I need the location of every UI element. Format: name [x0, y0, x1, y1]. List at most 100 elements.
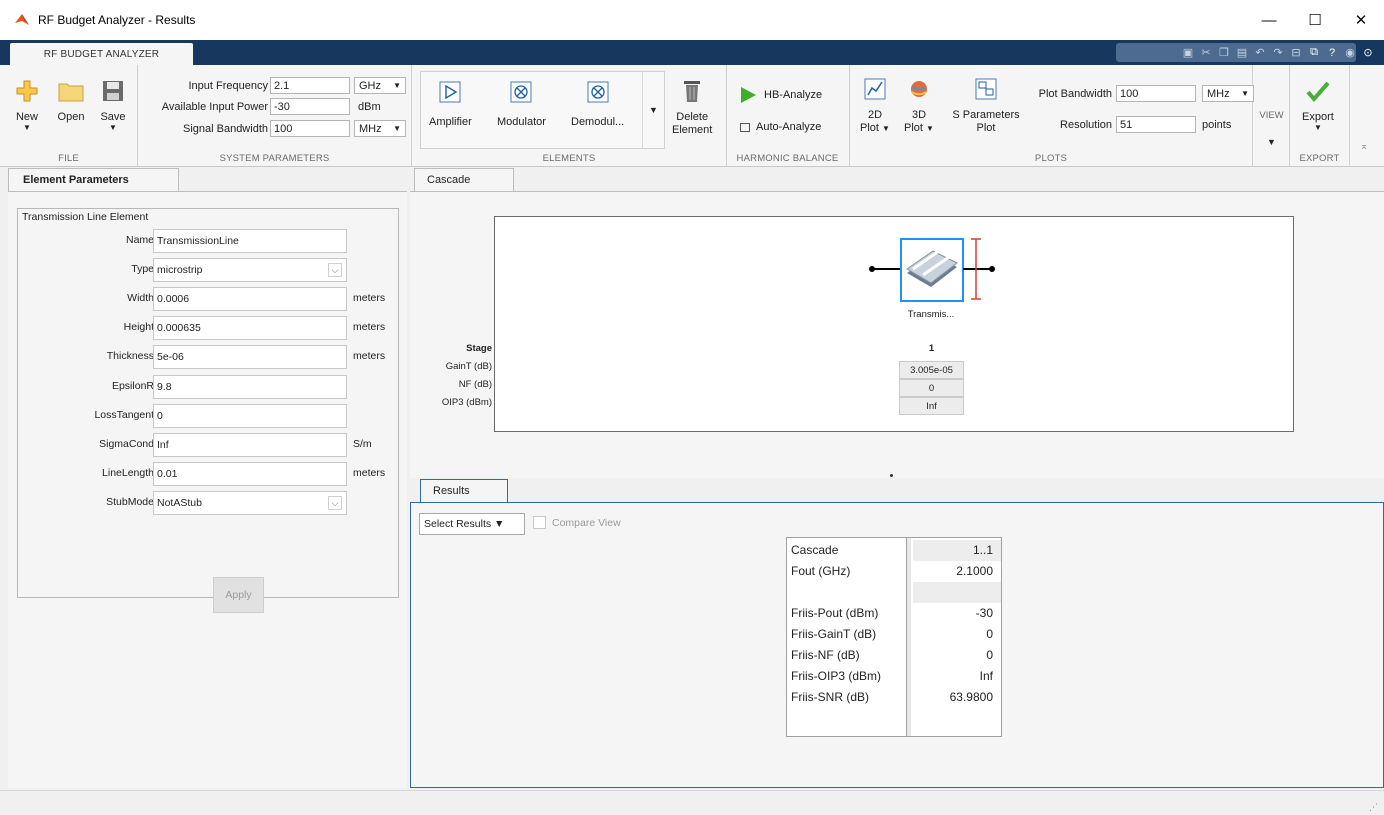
new-button[interactable]: New ▼: [12, 77, 42, 132]
param-label: StubMode: [106, 496, 154, 508]
tab-rf-budget-analyzer[interactable]: RF BUDGET ANALYZER: [10, 43, 193, 65]
result-value: 0: [986, 627, 993, 641]
input-frequency-unit-dropdown[interactable]: GHz ▼: [354, 77, 406, 94]
select-results-button[interactable]: Select Results ▼: [419, 513, 525, 535]
param-field-width[interactable]: 0.0006: [153, 287, 347, 311]
amplifier-button[interactable]: Amplifier: [429, 78, 472, 128]
element-parameters-panel: Element Parameters Transmission Line Ele…: [8, 168, 407, 788]
resize-grip-icon[interactable]: ⋰: [1369, 802, 1378, 813]
floppy-disk-icon: [98, 77, 128, 105]
chevron-down-icon[interactable]: ⌵: [328, 263, 342, 277]
plot-2d-button[interactable]: 2D Plot ▼: [860, 75, 890, 135]
param-unit: meters: [353, 350, 386, 362]
ribbon-tab-strip: RF BUDGET ANALYZER ▣ ✂ ❐ ▤ ↶ ↷ ⊟ ⧉ ? ◉ ⊙: [0, 40, 1384, 65]
resolution-field[interactable]: 51: [1116, 116, 1196, 133]
param-field-thickness[interactable]: 5e-06: [153, 345, 347, 369]
result-value: 63.9800: [949, 690, 993, 704]
signal-bandwidth-unit-dropdown[interactable]: MHz ▼: [354, 120, 406, 137]
undo-quick-icon[interactable]: ↶: [1252, 45, 1268, 61]
param-field-name[interactable]: TransmissionLine: [153, 229, 347, 253]
param-label: Height: [123, 321, 154, 333]
param-field-type[interactable]: microstrip ⌵: [153, 258, 347, 282]
cut-quick-icon[interactable]: ✂: [1198, 45, 1214, 61]
modulator-button[interactable]: Modulator: [497, 78, 546, 128]
plot-3d-button[interactable]: 3D Plot ▼: [904, 75, 934, 135]
plot-2d-icon: [860, 75, 890, 103]
param-field-losstangent[interactable]: 0: [153, 404, 347, 428]
param-unit: S/m: [353, 438, 372, 450]
result-key: Cascade: [791, 543, 839, 557]
signal-bandwidth-field[interactable]: 100: [270, 120, 350, 137]
plot-bandwidth-unit-dropdown[interactable]: MHz ▼: [1202, 85, 1254, 102]
plot-bandwidth-field[interactable]: 100: [1116, 85, 1196, 102]
auto-analyze-checkbox[interactable]: Auto-Analyze: [740, 121, 821, 133]
result-value: Inf: [979, 669, 993, 683]
ribbon: New ▼ Open Save ▼ FILE Input Frequency 2…: [0, 65, 1384, 167]
quick-access-toolbar: ▣ ✂ ❐ ▤ ↶ ↷ ⊟ ⧉ ? ◉ ⊙: [1116, 43, 1376, 62]
auto-analyze-icon: [740, 122, 750, 132]
restore-quick-icon[interactable]: ⧉: [1306, 45, 1322, 61]
gallery-expand-button[interactable]: ▼: [642, 72, 664, 148]
amplifier-icon: [436, 78, 464, 106]
param-field-sigmacond[interactable]: Inf: [153, 433, 347, 457]
stage-labels: Stage GainT (dB) NF (dB) OIP3 (dBm): [410, 340, 492, 412]
close-button[interactable]: ✕: [1338, 0, 1384, 40]
maximize-button[interactable]: ☐: [1292, 0, 1338, 40]
result-key: Friis-NF (dB): [791, 648, 860, 662]
save-button[interactable]: Save ▼: [98, 77, 128, 132]
paste-quick-icon[interactable]: ▤: [1234, 45, 1250, 61]
param-field-linelength[interactable]: 0.01: [153, 462, 347, 486]
stage-value-cell: 0: [899, 379, 964, 397]
title-bar: RF Budget Analyzer - Results — ☐ ✕: [0, 0, 1384, 40]
community-icon[interactable]: ◉: [1342, 45, 1358, 61]
trash-icon: [677, 77, 707, 105]
param-row-sigmacond: SigmaCond Inf S/m: [18, 433, 398, 457]
export-button[interactable]: Export ▼: [1302, 77, 1334, 132]
available-input-power-field[interactable]: -30: [270, 98, 350, 115]
apply-button[interactable]: Apply: [213, 577, 264, 613]
param-label: Thickness: [106, 350, 154, 362]
ribbon-options-icon[interactable]: ⊙: [1360, 45, 1376, 61]
param-field-epsilonr[interactable]: 9.8: [153, 375, 347, 399]
switch-windows-quick-icon[interactable]: ⊟: [1288, 45, 1304, 61]
view-dropdown-icon[interactable]: ▼: [1253, 137, 1290, 147]
folder-icon: [56, 77, 86, 105]
param-row-height: Height 0.000635 meters: [18, 316, 398, 340]
splitter-handle[interactable]: [890, 474, 893, 477]
tab-element-parameters[interactable]: Element Parameters: [8, 168, 179, 191]
minimize-button[interactable]: —: [1246, 0, 1292, 40]
available-input-power-unit: dBm: [358, 100, 381, 113]
result-value: -30: [975, 606, 993, 620]
help-icon[interactable]: ?: [1324, 45, 1340, 61]
collapse-ribbon-icon[interactable]: ⌅: [1360, 141, 1368, 152]
plots-group: 2D Plot ▼ 3D Plot ▼ S Parameters Plot Pl…: [850, 65, 1254, 167]
param-field-stubmode[interactable]: NotAStub ⌵: [153, 491, 347, 515]
chevron-down-icon[interactable]: ⌵: [328, 496, 342, 510]
checkmark-icon: [1303, 77, 1333, 105]
compare-view-checkbox[interactable]: Compare View: [533, 516, 621, 529]
delete-element-button[interactable]: Delete Element: [672, 77, 712, 137]
param-label: LossTangent: [94, 409, 154, 421]
result-key: Friis-Pout (dBm): [791, 606, 879, 620]
save-quick-icon[interactable]: ▣: [1180, 45, 1196, 61]
demodulator-icon: [584, 78, 612, 106]
redo-quick-icon[interactable]: ↷: [1270, 45, 1286, 61]
param-unit: meters: [353, 321, 386, 333]
view-group[interactable]: VIEW ▼: [1253, 65, 1290, 167]
stage-row-label: NF (dB): [458, 379, 492, 390]
result-value: 1..1: [972, 543, 993, 557]
param-field-height[interactable]: 0.000635: [153, 316, 347, 340]
tab-results[interactable]: Results: [420, 479, 508, 502]
param-label: Type: [131, 263, 154, 275]
hb-analyze-button[interactable]: HB-Analyze: [738, 85, 822, 105]
demodulator-button[interactable]: Demodul...: [571, 78, 624, 128]
s-parameters-plot-button[interactable]: S Parameters Plot: [946, 75, 1026, 135]
input-frequency-field[interactable]: 2.1: [270, 77, 350, 94]
elements-gallery: Amplifier Modulator Demodul... ▼: [420, 71, 665, 149]
window-title: RF Budget Analyzer - Results: [38, 13, 196, 27]
input-frequency-label: Input Frequency: [188, 79, 269, 92]
compare-view-box[interactable]: [533, 516, 546, 529]
copy-quick-icon[interactable]: ❐: [1216, 45, 1232, 61]
tab-cascade[interactable]: Cascade: [414, 168, 514, 191]
open-button[interactable]: Open: [56, 77, 86, 124]
